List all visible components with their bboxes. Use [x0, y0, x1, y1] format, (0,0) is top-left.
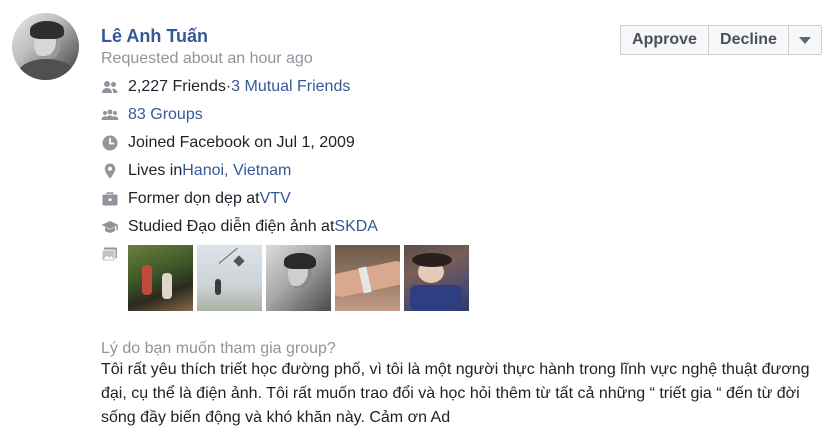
study-row: Studied Đạo diễn điện ảnh at SKDA: [101, 216, 378, 238]
lives-row: Lives in Hanoi, Vietnam: [101, 160, 291, 182]
photo-thumbnail[interactable]: [335, 245, 400, 311]
photos-row: [101, 244, 128, 266]
study-place-link[interactable]: SKDA: [334, 218, 378, 236]
photo-thumbnail[interactable]: [197, 245, 262, 311]
graduation-cap-icon: [101, 218, 119, 236]
friends-icon: [101, 78, 119, 96]
caret-down-icon: [799, 36, 811, 44]
request-time: Requested about an hour ago: [101, 50, 313, 67]
decline-button[interactable]: Decline: [709, 26, 789, 54]
photo-strip: [128, 245, 469, 311]
profile-name-link[interactable]: Lê Anh Tuấn: [101, 26, 208, 47]
briefcase-icon: [101, 190, 119, 208]
photo-icon: [101, 246, 119, 264]
joined-text: Joined Facebook on Jul 1, 2009: [128, 134, 355, 151]
lives-prefix: Lives in: [128, 162, 183, 179]
location-pin-icon: [101, 162, 119, 180]
photo-thumbnail[interactable]: [266, 245, 331, 311]
approve-button[interactable]: Approve: [621, 26, 709, 54]
more-options-button[interactable]: [789, 26, 821, 54]
lives-place-link[interactable]: Hanoi, Vietnam: [182, 162, 291, 180]
joined-row: Joined Facebook on Jul 1, 2009: [101, 132, 355, 154]
mutual-friends-link[interactable]: 3 Mutual Friends: [231, 78, 350, 96]
groups-icon: [101, 106, 119, 124]
study-prefix: Studied Đạo diễn điện ảnh at: [128, 218, 335, 235]
work-prefix: Former dọn dẹp at: [128, 190, 260, 207]
avatar[interactable]: [12, 13, 79, 80]
request-actions: Approve Decline: [620, 25, 822, 55]
friends-row: 2,227 Friends · 3 Mutual Friends: [101, 76, 350, 98]
membership-question: Lý do bạn muốn tham gia group?: [101, 340, 336, 357]
work-row: Former dọn dẹp at VTV: [101, 188, 291, 210]
photo-thumbnail[interactable]: [404, 245, 469, 311]
photo-thumbnail[interactable]: [128, 245, 193, 311]
work-place-link[interactable]: VTV: [260, 190, 291, 208]
friends-count: 2,227 Friends: [128, 78, 226, 95]
membership-answer: Tôi rất yêu thích triết học đường phố, v…: [101, 361, 810, 426]
groups-row: 83 Groups: [101, 104, 203, 126]
clock-icon: [101, 134, 119, 152]
groups-link[interactable]: 83 Groups: [128, 106, 203, 124]
